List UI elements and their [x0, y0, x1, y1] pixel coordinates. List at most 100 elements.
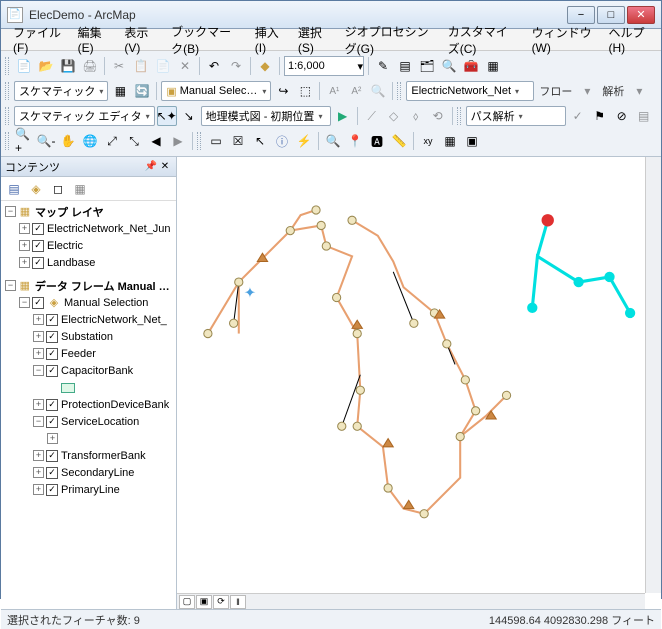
- add-data-button[interactable]: ◆: [255, 56, 275, 76]
- vertical-scrollbar[interactable]: [645, 157, 661, 593]
- menu-select[interactable]: 選択(S): [290, 22, 337, 57]
- expand-button[interactable]: −: [33, 365, 44, 376]
- pin-icon[interactable]: 📌: [144, 160, 158, 174]
- find-route-button[interactable]: 📍: [345, 131, 365, 151]
- apply-layout-button[interactable]: ▶: [333, 106, 353, 126]
- label-a1-icon[interactable]: A¹: [324, 81, 344, 101]
- tree-node[interactable]: −ServiceLocation: [3, 413, 174, 430]
- expand-button[interactable]: −: [19, 297, 30, 308]
- copy-button[interactable]: 📋: [131, 56, 151, 76]
- solve-button[interactable]: ✓: [568, 106, 588, 126]
- save-button[interactable]: 💾: [58, 56, 78, 76]
- layout-view-tab[interactable]: ▣: [196, 595, 212, 609]
- tree-node[interactable]: +Electric: [3, 237, 174, 254]
- expand-button[interactable]: +: [33, 331, 44, 342]
- toolbar-grip[interactable]: [397, 82, 401, 100]
- tree-node[interactable]: +PrimaryLine: [3, 481, 174, 498]
- toc-tree[interactable]: −▦マップ レイヤ+ElectricNetwork_Net_Jun+Electr…: [1, 201, 176, 609]
- schematic-update-button[interactable]: 🔄: [132, 81, 152, 101]
- tree-node[interactable]: +ProtectionDeviceBank: [3, 396, 174, 413]
- map-view[interactable]: ✦ ▢ ▣ ⟳ ‖: [177, 157, 661, 609]
- expand-button[interactable]: +: [33, 348, 44, 359]
- close-button[interactable]: ✕: [627, 6, 655, 24]
- select-elements-button[interactable]: ↖: [250, 131, 270, 151]
- menu-window[interactable]: ウィンドウ(W): [524, 22, 601, 57]
- scale-input[interactable]: [285, 60, 357, 72]
- network-combo[interactable]: ElectricNetwork_Net▾: [406, 81, 534, 101]
- tree-node[interactable]: −◈Manual Selection: [3, 294, 174, 311]
- tree-node[interactable]: +ElectricNetwork_Net_Jun: [3, 220, 174, 237]
- cut-button[interactable]: ✂: [109, 56, 129, 76]
- tree-node[interactable]: +TransformerBank: [3, 447, 174, 464]
- toolbar-grip[interactable]: [5, 82, 9, 100]
- python-button[interactable]: ▦: [483, 56, 503, 76]
- horizontal-scrollbar[interactable]: ▢ ▣ ⟳ ‖: [177, 593, 645, 609]
- layer-checkbox[interactable]: [32, 297, 44, 309]
- tree-node[interactable]: −▦マップ レイヤ: [3, 203, 174, 220]
- menu-customize[interactable]: カスタマイズ(C): [440, 21, 524, 59]
- layer-checkbox[interactable]: [46, 348, 58, 360]
- toolbar-grip[interactable]: [5, 132, 9, 150]
- next-extent-button[interactable]: ▶: [168, 131, 188, 151]
- expand-button[interactable]: +: [33, 467, 44, 478]
- menu-edit[interactable]: 編集(E): [70, 22, 117, 57]
- layer-checkbox[interactable]: [46, 314, 58, 326]
- minimize-button[interactable]: −: [567, 6, 595, 24]
- full-extent-button[interactable]: 🌐: [80, 131, 100, 151]
- expand-button[interactable]: +: [33, 314, 44, 325]
- catalog-button[interactable]: 🗂: [417, 56, 437, 76]
- expand-button[interactable]: +: [47, 433, 58, 444]
- menu-file[interactable]: ファイル(F): [5, 22, 70, 57]
- layer-checkbox[interactable]: [46, 467, 58, 479]
- go-to-xy-button[interactable]: 🅰: [367, 131, 387, 151]
- edit-select-button[interactable]: ↘: [179, 106, 199, 126]
- editor-toolbar-button[interactable]: ✎: [373, 56, 393, 76]
- map-canvas[interactable]: ✦: [177, 157, 661, 609]
- propagate-schematic-button[interactable]: ⬚: [295, 81, 315, 101]
- toc-button[interactable]: ▤: [395, 56, 415, 76]
- layout-algorithm-combo[interactable]: 地理模式図 - 初期位置▾: [201, 106, 331, 126]
- label-a2-icon[interactable]: A²: [346, 81, 366, 101]
- flag-button[interactable]: ⚑: [590, 106, 610, 126]
- rotate-icon[interactable]: ⟲: [428, 106, 448, 126]
- find-button[interactable]: 🔍: [323, 131, 343, 151]
- fixed-zoom-in-button[interactable]: ⤢: [102, 131, 122, 151]
- fixed-zoom-out-button[interactable]: ⤡: [124, 131, 144, 151]
- print-button[interactable]: 🖨: [80, 56, 100, 76]
- list-by-source-icon[interactable]: ◈: [27, 180, 45, 198]
- open-button[interactable]: 📂: [36, 56, 56, 76]
- edit-move-button[interactable]: ↖✦: [157, 106, 177, 126]
- maximize-button[interactable]: □: [597, 6, 625, 24]
- undo-button[interactable]: ↶: [204, 56, 224, 76]
- toolbar-grip[interactable]: [5, 57, 9, 75]
- delete-button[interactable]: ✕: [175, 56, 195, 76]
- paste-button[interactable]: 📄: [153, 56, 173, 76]
- expand-button[interactable]: −: [33, 416, 44, 427]
- new-button[interactable]: 📄: [14, 56, 34, 76]
- pan-button[interactable]: ✋: [58, 131, 78, 151]
- measure-button[interactable]: 📏: [389, 131, 409, 151]
- tree-node[interactable]: +Feeder: [3, 345, 174, 362]
- menu-geoprocessing[interactable]: ジオプロセシング(G): [337, 21, 440, 59]
- scale-combo[interactable]: ▾: [284, 56, 364, 76]
- expand-button[interactable]: +: [33, 399, 44, 410]
- create-viewer-button[interactable]: ▣: [462, 131, 482, 151]
- schematic-editor-dropdown[interactable]: スケマティック エディタ▾: [14, 106, 155, 126]
- time-slider-button[interactable]: xy: [418, 131, 438, 151]
- redo-button[interactable]: ↷: [226, 56, 246, 76]
- expand-button[interactable]: +: [19, 223, 30, 234]
- align-left-icon[interactable]: ⟋: [362, 106, 382, 126]
- schematic-dropdown[interactable]: スケマティック▾: [14, 81, 108, 101]
- layer-checkbox[interactable]: [32, 223, 44, 235]
- layer-checkbox[interactable]: [46, 416, 58, 428]
- results-button[interactable]: ▤: [634, 106, 654, 126]
- toolbox-button[interactable]: 🧰: [461, 56, 481, 76]
- zoom-in-button[interactable]: 🔍+: [14, 131, 34, 151]
- toolbar-grip[interactable]: [5, 107, 9, 125]
- menu-help[interactable]: ヘルプ(H): [601, 22, 657, 57]
- tree-node[interactable]: +ElectricNetwork_Net_: [3, 311, 174, 328]
- diagram-combo[interactable]: ▣ Manual Selection▾: [161, 81, 271, 101]
- menu-bookmark[interactable]: ブックマーク(B): [163, 21, 247, 59]
- pause-draw-button[interactable]: ‖: [230, 595, 246, 609]
- analysis-dropdown-icon[interactable]: ▾: [629, 81, 649, 101]
